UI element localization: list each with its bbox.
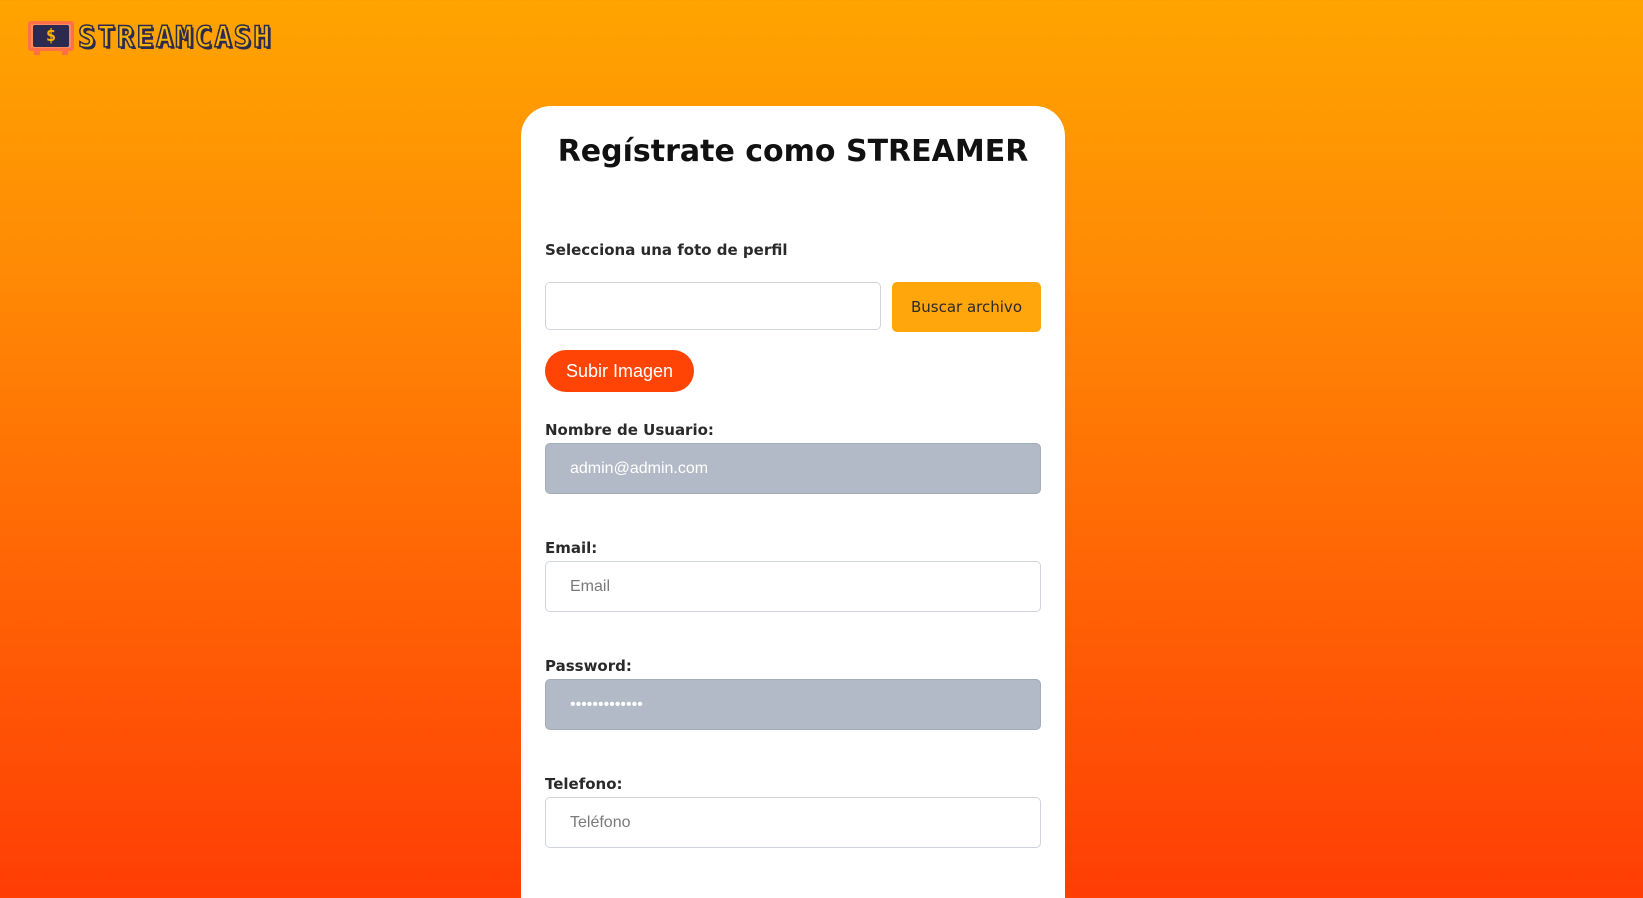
streamcash-logo[interactable]: $ STREAMCASH — [28, 18, 273, 56]
email-input[interactable] — [545, 561, 1041, 612]
register-card: Regístrate como STREAMER Selecciona una … — [521, 106, 1065, 898]
profile-photo-label: Selecciona una foto de perfil — [545, 241, 788, 259]
page-title: Regístrate como STREAMER — [557, 134, 1029, 169]
brand-name: STREAMCASH — [77, 19, 273, 55]
dollar-icon: $ — [33, 25, 69, 47]
phone-label: Telefono: — [545, 775, 623, 793]
file-path-field[interactable] — [545, 282, 881, 330]
browse-file-button[interactable]: Buscar archivo — [892, 282, 1041, 332]
tv-icon: $ — [28, 19, 74, 55]
username-input[interactable] — [545, 443, 1041, 494]
upload-image-button[interactable]: Subir Imagen — [545, 350, 694, 392]
password-input[interactable] — [545, 679, 1041, 730]
phone-input[interactable] — [545, 797, 1041, 848]
password-label: Password: — [545, 657, 632, 675]
username-label: Nombre de Usuario: — [545, 421, 714, 439]
email-label: Email: — [545, 539, 598, 557]
